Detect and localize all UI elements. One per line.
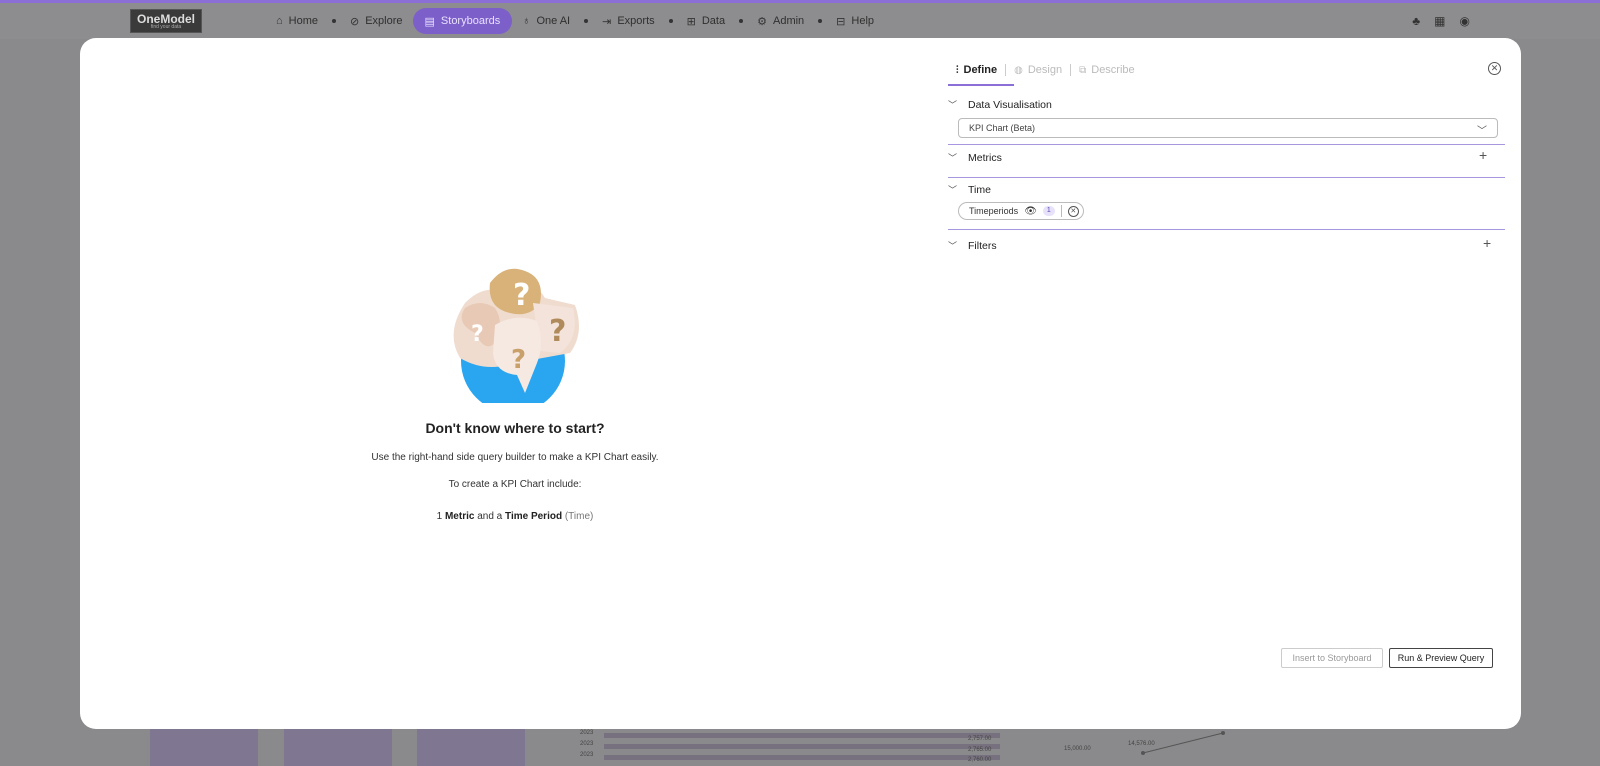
- svg-text:?: ?: [511, 345, 526, 375]
- background-row: [604, 744, 1000, 749]
- sliders-icon: ⫶: [956, 64, 959, 76]
- svg-text:?: ?: [471, 322, 484, 347]
- nav-separator-dot: [584, 19, 589, 23]
- insert-to-storyboard-button[interactable]: Insert to Storyboard: [1281, 648, 1383, 668]
- nav-items: ⌂ Home ⊘ Explore ▤ Storyboards ♁ One AI ⇥ Exp…: [266, 3, 884, 39]
- chevron-down-icon: ﹀: [948, 241, 958, 251]
- background-line-chart: [1141, 731, 1225, 755]
- remove-chip-icon[interactable]: ✕: [1067, 205, 1079, 217]
- run-preview-query-button[interactable]: Run & Preview Query: [1389, 648, 1493, 668]
- nav-right-icons: ♣ ▦ ◉: [1412, 3, 1470, 39]
- describe-icon: ⧉: [1079, 64, 1087, 76]
- section-divider: [948, 144, 1505, 145]
- background-row-label: 2023: [580, 752, 594, 758]
- gear-icon: ⚙: [757, 15, 767, 28]
- tab-describe[interactable]: ⧉ Describe: [1071, 64, 1143, 76]
- notifications-icon[interactable]: ▦: [1434, 14, 1445, 28]
- background-row: [604, 755, 1000, 760]
- nav-storyboards[interactable]: ▤ Storyboards: [412, 8, 513, 34]
- section-filters[interactable]: ﹀ Filters: [948, 239, 997, 252]
- nav-data[interactable]: ⊞ Data: [677, 8, 735, 34]
- add-metric-button[interactable]: +: [1479, 147, 1487, 163]
- background-bar: [150, 729, 258, 766]
- empty-state-description: Use the right-hand side query builder to…: [371, 452, 659, 463]
- user-profile-icon[interactable]: ◉: [1460, 14, 1470, 28]
- section-time[interactable]: ﹀ Time: [948, 183, 991, 196]
- background-row-value: 2,765.00: [968, 747, 992, 753]
- question-marks-illustration: ? ? ? ?: [453, 268, 579, 403]
- background-bar: [284, 729, 392, 766]
- section-metrics[interactable]: ﹀ Metrics: [948, 151, 1002, 164]
- storyboard-icon: ▤: [424, 15, 435, 28]
- nav-separator-dot: [668, 19, 673, 23]
- plus-icon: +: [1479, 147, 1488, 163]
- book-icon: ⊟: [836, 15, 846, 28]
- nav-help[interactable]: ⊟ Help: [826, 8, 884, 34]
- nav-explore[interactable]: ⊘ Explore: [340, 8, 413, 34]
- nav-one-ai[interactable]: ♁ One AI: [512, 8, 580, 34]
- timeperiod-count-badge: 1: [1042, 206, 1055, 216]
- section-divider: [948, 229, 1505, 230]
- section-data-visualisation[interactable]: ﹀ Data Visualisation: [948, 98, 1052, 111]
- nav-separator-dot: [818, 19, 823, 23]
- chevron-down-icon: ﹀: [948, 153, 958, 163]
- kpi-chart-builder-modal: ? ? ? ? Don't know where to start? Use t…: [80, 38, 1521, 729]
- eye-icon[interactable]: 👁: [1024, 206, 1037, 217]
- home-icon: ⌂: [276, 15, 283, 27]
- nav-separator-dot: [332, 19, 336, 23]
- background-row-label: 2023: [580, 741, 594, 747]
- empty-state: ? ? ? ? Don't know where to start? Use t…: [80, 38, 950, 729]
- background-axis-label: 15,000.00: [1064, 746, 1091, 752]
- add-filter-button[interactable]: +: [1483, 235, 1491, 251]
- timeperiod-chip[interactable]: Timeperiods 👁 1 ✕: [958, 202, 1084, 220]
- plus-icon: +: [1483, 235, 1492, 251]
- svg-text:?: ?: [549, 314, 566, 349]
- background-row-label: 2023: [580, 730, 594, 736]
- nav-home[interactable]: ⌂ Home: [266, 8, 328, 34]
- svg-text:?: ?: [513, 278, 530, 313]
- chip-separator: [1060, 205, 1062, 217]
- bulb-icon: ♁: [522, 15, 531, 27]
- background-row-value: 2,757.00: [968, 736, 992, 742]
- background-row-value: 2,760.00: [968, 757, 992, 763]
- close-icon: ✕: [1490, 63, 1499, 73]
- nav-separator-dot: [739, 19, 744, 23]
- section-divider: [948, 177, 1505, 178]
- onemodel-logo[interactable]: OneModel find your data: [130, 9, 202, 33]
- nav-admin[interactable]: ⚙ Admin: [747, 8, 814, 34]
- org-chart-icon[interactable]: ♣: [1412, 14, 1420, 28]
- close-modal-button[interactable]: ✕: [1488, 62, 1501, 75]
- empty-state-instruction: To create a KPI Chart include:: [448, 479, 582, 490]
- export-icon: ⇥: [602, 15, 612, 28]
- chevron-down-icon: ﹀: [948, 100, 958, 110]
- data-icon: ⊞: [686, 15, 696, 28]
- background-row: [604, 733, 1000, 738]
- chevron-down-icon: ﹀: [948, 185, 958, 195]
- empty-state-requirements: 1 Metric and a Time Period (Time): [436, 511, 594, 522]
- palette-icon: ◍: [1014, 64, 1023, 76]
- active-tab-indicator: [948, 84, 1014, 86]
- top-navbar: OneModel find your data ⌂ Home ⊘ Explore ▤…: [0, 3, 1600, 39]
- tab-design[interactable]: ◍ Design: [1006, 64, 1070, 76]
- empty-state-title: Don't know where to start?: [425, 420, 605, 436]
- builder-tabs: ⫶ Define ◍ Design ⧉ Describe: [948, 60, 1143, 80]
- background-bar: [417, 729, 525, 766]
- visualisation-type-select[interactable]: KPI Chart (Beta) ﹀: [958, 118, 1498, 138]
- nav-exports[interactable]: ⇥ Exports: [592, 8, 665, 34]
- compass-icon: ⊘: [350, 15, 360, 28]
- chevron-down-icon: ﹀: [1477, 126, 1487, 137]
- tab-define[interactable]: ⫶ Define: [948, 64, 1005, 76]
